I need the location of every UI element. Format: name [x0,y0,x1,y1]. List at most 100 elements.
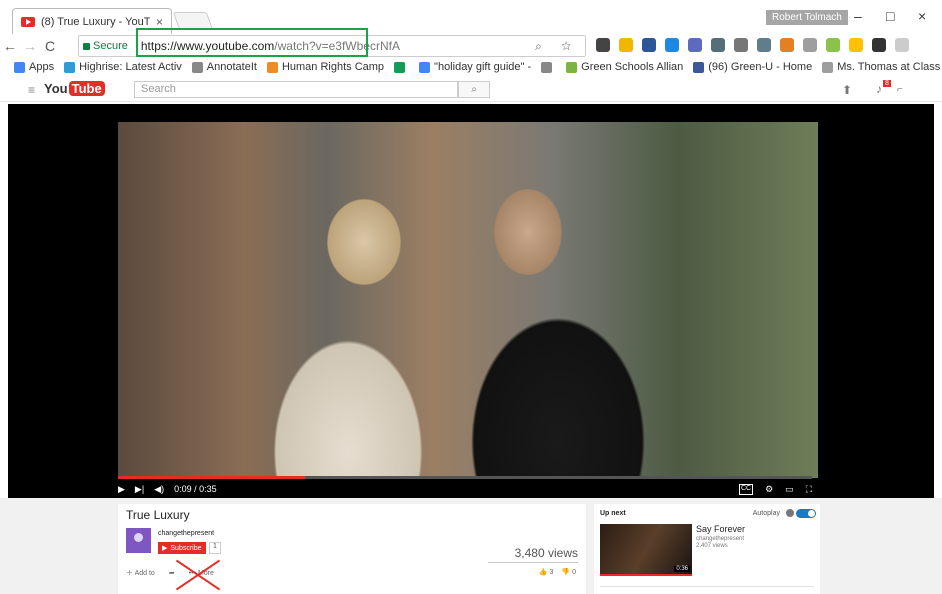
progress-fill [118,476,306,479]
next-icon[interactable]: ▶| [135,484,144,495]
close-window-icon[interactable]: × [918,8,926,24]
bookmark-item[interactable] [541,61,556,73]
search-button[interactable]: ⌕ [458,81,490,98]
channel-name[interactable]: changethepresent [158,530,214,537]
video-frame[interactable] [118,122,818,478]
bookmark-item[interactable]: "holiday gift guide" - [419,61,531,73]
new-extension-2-icon[interactable] [711,38,725,52]
v-extension-icon[interactable] [619,38,633,52]
bookmark-label: Human Rights Camp [281,61,385,73]
info-icon[interactable] [786,509,794,517]
up-next-title[interactable]: Say Forever [696,524,745,534]
theater-icon[interactable]: ▭ [785,484,794,495]
subscribe-button[interactable]: ▶ Subscribe [158,542,206,554]
bookmark-favicon-icon [14,61,25,73]
bookmark-label: (96) Green-U - Home [708,61,813,73]
progress-bar[interactable] [118,476,812,479]
bookmark-label: "holiday gift guide" - [434,61,532,73]
bookmark-item[interactable]: Human Rights Camp [266,61,385,73]
fullscreen-icon[interactable]: ⛶ [806,484,812,495]
like-button[interactable]: 👍 3 [539,568,554,576]
youtube-favicon-icon [21,16,35,27]
volume-icon[interactable]: ◀) [154,484,164,495]
gray-extension-icon[interactable] [895,38,909,52]
thumbnail-duration: 0:36 [674,566,690,572]
f-extension-icon[interactable] [872,38,886,52]
like-count: 3 [549,569,554,576]
pocket-extension-icon[interactable] [596,38,610,52]
bookmark-label: AnnotateIt [206,61,257,73]
eye-extension-icon[interactable] [757,38,771,52]
menu-icon[interactable]: ≡ [28,83,35,97]
up-next-panel: Up next Autoplay 0:36 Say Forever change… [594,504,820,594]
video-player[interactable] [8,104,934,498]
target-extension-icon[interactable] [803,38,817,52]
green-extension-icon[interactable] [826,38,840,52]
evernote-extension-icon[interactable] [642,38,656,52]
settings-icon[interactable]: ⚙ [765,484,773,495]
up-next-channel: changethepresent [696,536,745,542]
bookmark-item[interactable] [394,61,409,73]
logo-tube: Tube [68,81,105,96]
bookmark-favicon-icon [693,61,705,73]
channel-avatar[interactable] [126,528,151,553]
bookmark-item[interactable]: AnnotateIt [191,61,257,73]
bookmark-label: Ms. Thomas at Class [837,61,941,73]
omnibox-icons[interactable]: ⌕ ☆ [535,39,579,54]
tab-close-icon[interactable]: × [156,15,163,29]
upload-icon[interactable]: ⬆ [842,83,852,97]
bookmark-label: Highrise: Latest Activ [79,61,182,73]
bookmark-item[interactable]: (96) Green-U - Home [693,61,812,73]
bookmark-item[interactable]: Apps [14,61,54,73]
bookmark-favicon-icon [419,61,431,73]
thumbs-up-icon: 👍 [538,569,550,576]
pen-extension-icon[interactable] [734,38,748,52]
secure-label: Secure [93,40,128,52]
youtube-play-icon: ▶ [162,545,168,552]
bookmark-favicon-icon [566,61,578,73]
up-next-views: 2,407 views [696,543,728,549]
add-to-button[interactable]: ＋ Add to [126,568,155,578]
lock-icon [83,42,90,50]
tab-title: (8) True Luxury - YouTub [41,15,150,28]
player-controls: ▶ ▶| ◀) 0:09 / 0:35 CC ⚙ ▭ ⛶ [118,482,812,496]
bookmark-item[interactable]: Green Schools Allian [566,61,683,73]
maximize-icon[interactable]: □ [886,8,894,24]
extension-icons [596,38,909,52]
at-extension-icon[interactable] [665,38,679,52]
reload-icon[interactable]: C [40,38,60,54]
up-next-label: Up next [600,510,626,517]
view-count: 3,480 views [514,546,578,560]
bell-icon[interactable]: ♪ [876,82,882,96]
play-icon[interactable]: ▶ [118,484,125,495]
subscribe-label: Subscribe [170,544,202,552]
bookmark-item[interactable]: Highrise: Latest Activ [64,61,182,73]
bookmark-label: Apps [29,61,55,73]
subscriber-count: 1 [209,542,221,554]
yellow-extension-icon[interactable] [849,38,863,52]
bookmark-item[interactable]: Ms. Thomas at Class [822,61,940,73]
dislike-button[interactable]: 👎 0 [561,568,576,576]
search-input[interactable]: Search [134,81,458,98]
divider [600,586,814,587]
captions-icon[interactable]: CC [738,483,754,495]
account-icon[interactable]: ⌐ [897,84,911,95]
back-icon[interactable]: ← [0,38,20,54]
secure-indicator[interactable]: Secure [83,40,137,52]
up-next-thumbnail[interactable]: 0:36 [600,524,692,576]
youtube-logo[interactable]: You Tube [44,81,105,96]
autoplay-toggle[interactable] [796,509,816,518]
autoplay-label: Autoplay [752,510,780,517]
new-extension-icon[interactable] [688,38,702,52]
orange-extension-icon[interactable] [780,38,794,52]
time-display: 0:09 / 0:35 [174,484,217,494]
notification-badge: 8 [883,80,891,87]
profile-button[interactable]: Robert Tolmach [766,10,848,25]
forward-icon[interactable]: → [20,38,40,54]
add-to-label: Add to [134,570,155,577]
bookmark-favicon-icon [394,61,406,73]
video-title: True Luxury [126,508,190,522]
minimize-icon[interactable]: – [854,8,862,24]
dislike-count: 0 [572,569,576,576]
bookmark-favicon-icon [191,61,203,73]
